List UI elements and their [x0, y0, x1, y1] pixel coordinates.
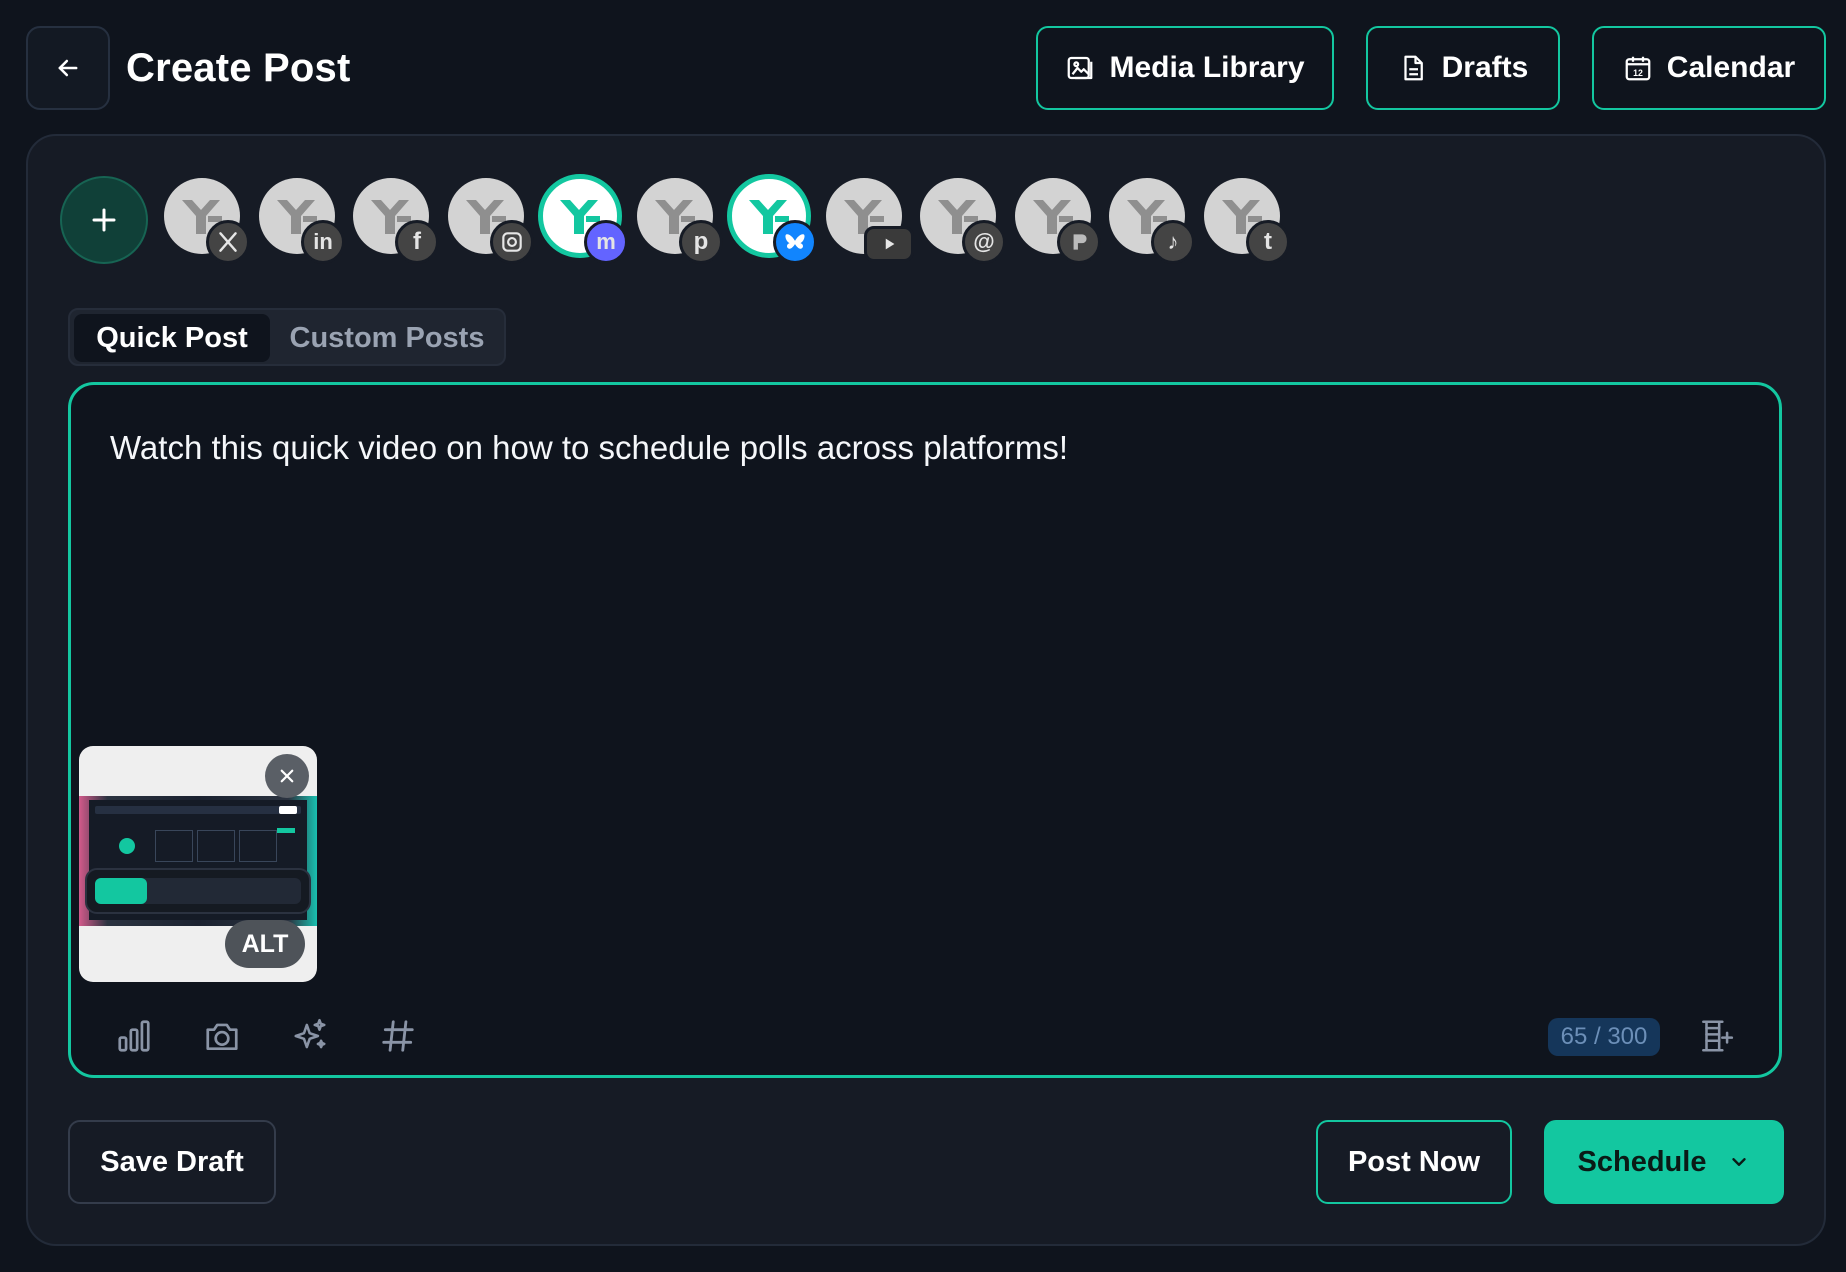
arrow-left-icon	[58, 59, 78, 77]
x-icon	[206, 220, 250, 264]
hashtag-icon	[382, 1020, 414, 1052]
account-avatar-pinterest[interactable]: p	[637, 178, 723, 264]
hashtag-button[interactable]	[378, 1016, 418, 1056]
account-avatar-google-business[interactable]	[1015, 178, 1101, 264]
facebook-icon: f	[395, 220, 439, 264]
page-title: Create Post	[126, 46, 351, 90]
thread-add-icon	[1702, 1020, 1734, 1052]
account-avatar-x[interactable]	[164, 178, 250, 264]
alt-text-button[interactable]: ALT	[225, 920, 305, 968]
account-avatar-instagram[interactable]	[448, 178, 534, 264]
post-text[interactable]: Watch this quick video on how to schedul…	[110, 424, 1068, 472]
account-avatar-linkedin[interactable]: in	[259, 178, 345, 264]
tab-quick-post[interactable]: Quick Post	[74, 314, 270, 362]
add-media-button[interactable]	[202, 1016, 242, 1056]
threads-icon: @	[962, 220, 1006, 264]
poll-button[interactable]	[114, 1016, 154, 1056]
post-editor[interactable]	[68, 382, 1782, 1078]
calendar-button[interactable]: 12 Calendar	[1592, 26, 1826, 110]
character-counter: 65 / 300	[1548, 1018, 1660, 1056]
tiktok-icon: ♪	[1151, 220, 1195, 264]
pinterest-icon: p	[679, 220, 723, 264]
media-library-label: Media Library	[1109, 51, 1305, 84]
account-avatar-threads[interactable]: @	[920, 178, 1006, 264]
account-avatar-facebook[interactable]: f	[353, 178, 439, 264]
plus-icon	[92, 208, 116, 232]
account-avatar-tumblr[interactable]: t	[1204, 178, 1290, 264]
calendar-label: Calendar	[1666, 51, 1796, 84]
media-thumbnail[interactable]: ALT	[79, 746, 317, 982]
image-icon	[1068, 56, 1093, 80]
mastodon-icon: m	[584, 220, 628, 264]
youtube-icon	[864, 226, 914, 262]
schedule-button[interactable]: Schedule	[1544, 1120, 1784, 1204]
bar-chart-icon	[118, 1020, 150, 1052]
media-library-button[interactable]: Media Library	[1036, 26, 1334, 110]
close-icon	[280, 769, 294, 783]
save-draft-button[interactable]: Save Draft	[68, 1120, 276, 1204]
account-avatar-mastodon[interactable]: m	[538, 174, 628, 264]
instagram-icon	[490, 220, 534, 264]
back-button[interactable]	[26, 26, 110, 110]
drafts-label: Drafts	[1441, 51, 1529, 84]
tumblr-icon: t	[1246, 220, 1290, 264]
upload-progress-bar	[85, 868, 311, 914]
camera-icon	[206, 1023, 238, 1051]
add-account-button[interactable]	[60, 176, 148, 264]
account-avatar-tiktok[interactable]: ♪	[1109, 178, 1195, 264]
bluesky-icon	[773, 220, 817, 264]
ai-assist-button[interactable]	[290, 1016, 330, 1056]
upload-progress-fill	[95, 878, 147, 904]
document-icon	[1404, 55, 1423, 81]
linkedin-icon: in	[301, 220, 345, 264]
tab-custom-posts[interactable]: Custom Posts	[274, 314, 500, 362]
thread-add-button[interactable]	[1696, 1016, 1736, 1056]
post-now-button[interactable]: Post Now	[1316, 1120, 1512, 1204]
post-mode-tabs: Quick Post Custom Posts	[68, 308, 506, 366]
google-business-icon	[1057, 220, 1101, 264]
schedule-label: Schedule	[1577, 1145, 1707, 1178]
account-avatar-youtube[interactable]	[826, 178, 914, 262]
drafts-button[interactable]: Drafts	[1366, 26, 1560, 110]
svg-text:12: 12	[1633, 68, 1643, 78]
remove-media-button[interactable]	[265, 754, 309, 798]
sparkles-icon	[294, 1018, 326, 1049]
calendar-icon: 12	[1625, 56, 1651, 81]
chevron-down-icon	[1732, 1158, 1747, 1166]
account-avatar-bluesky[interactable]	[727, 174, 817, 264]
